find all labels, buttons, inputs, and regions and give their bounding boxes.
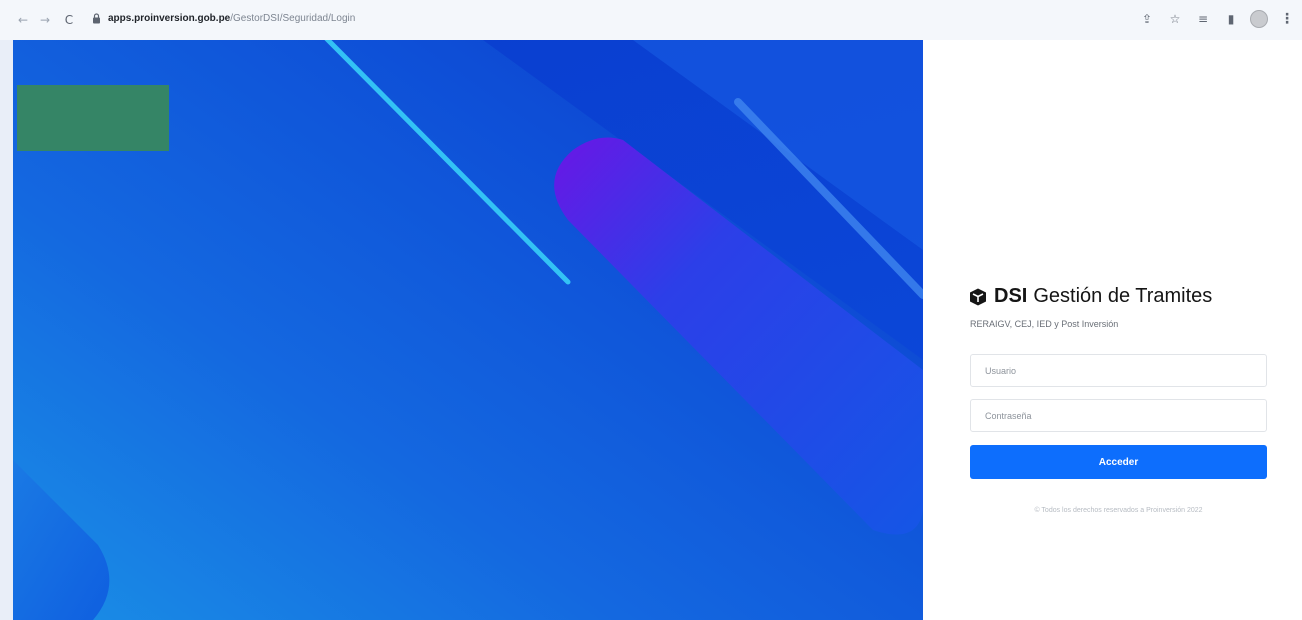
- brand-short-name: DSI: [994, 285, 1028, 307]
- brand-title: Gestión de Tramites: [1033, 285, 1213, 307]
- browser-menu-icon[interactable]: ⋮: [1278, 10, 1296, 28]
- side-panel-icon[interactable]: ▮: [1222, 10, 1240, 28]
- cyan-stripe: [324, 40, 571, 285]
- toolbar-actions: ⇪ ☆ ≡ ▮ ⋮: [1138, 10, 1296, 28]
- brand-subtitle: RERAIGV, CEJ, IED y Post Inversión: [970, 319, 1119, 329]
- corner-pill-shape: [13, 460, 110, 620]
- forward-arrow-icon[interactable]: →: [36, 11, 54, 29]
- login-panel: DSI Gestión de Tramites RERAIGV, CEJ, IE…: [923, 40, 1302, 620]
- lock-icon[interactable]: [92, 13, 101, 24]
- logo-placeholder-block: [17, 85, 169, 151]
- brand-header: DSI Gestión de Tramites: [968, 285, 1212, 308]
- url-host: apps.proinversion.gob.pe: [108, 13, 231, 24]
- address-bar[interactable]: apps.proinversion.gob.pe/GestorDSI/Segur…: [108, 13, 355, 24]
- hero-background: [13, 40, 923, 620]
- username-input[interactable]: [970, 354, 1267, 387]
- browser-toolbar: ← → C apps.proinversion.gob.pe/GestorDSI…: [0, 0, 1302, 40]
- share-icon[interactable]: ⇪: [1138, 10, 1156, 28]
- cube-icon: [970, 288, 986, 305]
- bookmark-star-icon[interactable]: ☆: [1166, 10, 1184, 28]
- back-arrow-icon[interactable]: ←: [14, 11, 32, 29]
- login-button[interactable]: Acceder: [970, 445, 1267, 479]
- reload-icon[interactable]: C: [60, 11, 78, 29]
- reading-list-icon[interactable]: ≡: [1194, 10, 1212, 28]
- copyright-footer: © Todos los derechos reservados a Proinv…: [1034, 507, 1203, 514]
- password-input[interactable]: [970, 399, 1267, 432]
- profile-avatar[interactable]: [1250, 10, 1268, 28]
- url-path: /GestorDSI/Seguridad/Login: [230, 13, 356, 24]
